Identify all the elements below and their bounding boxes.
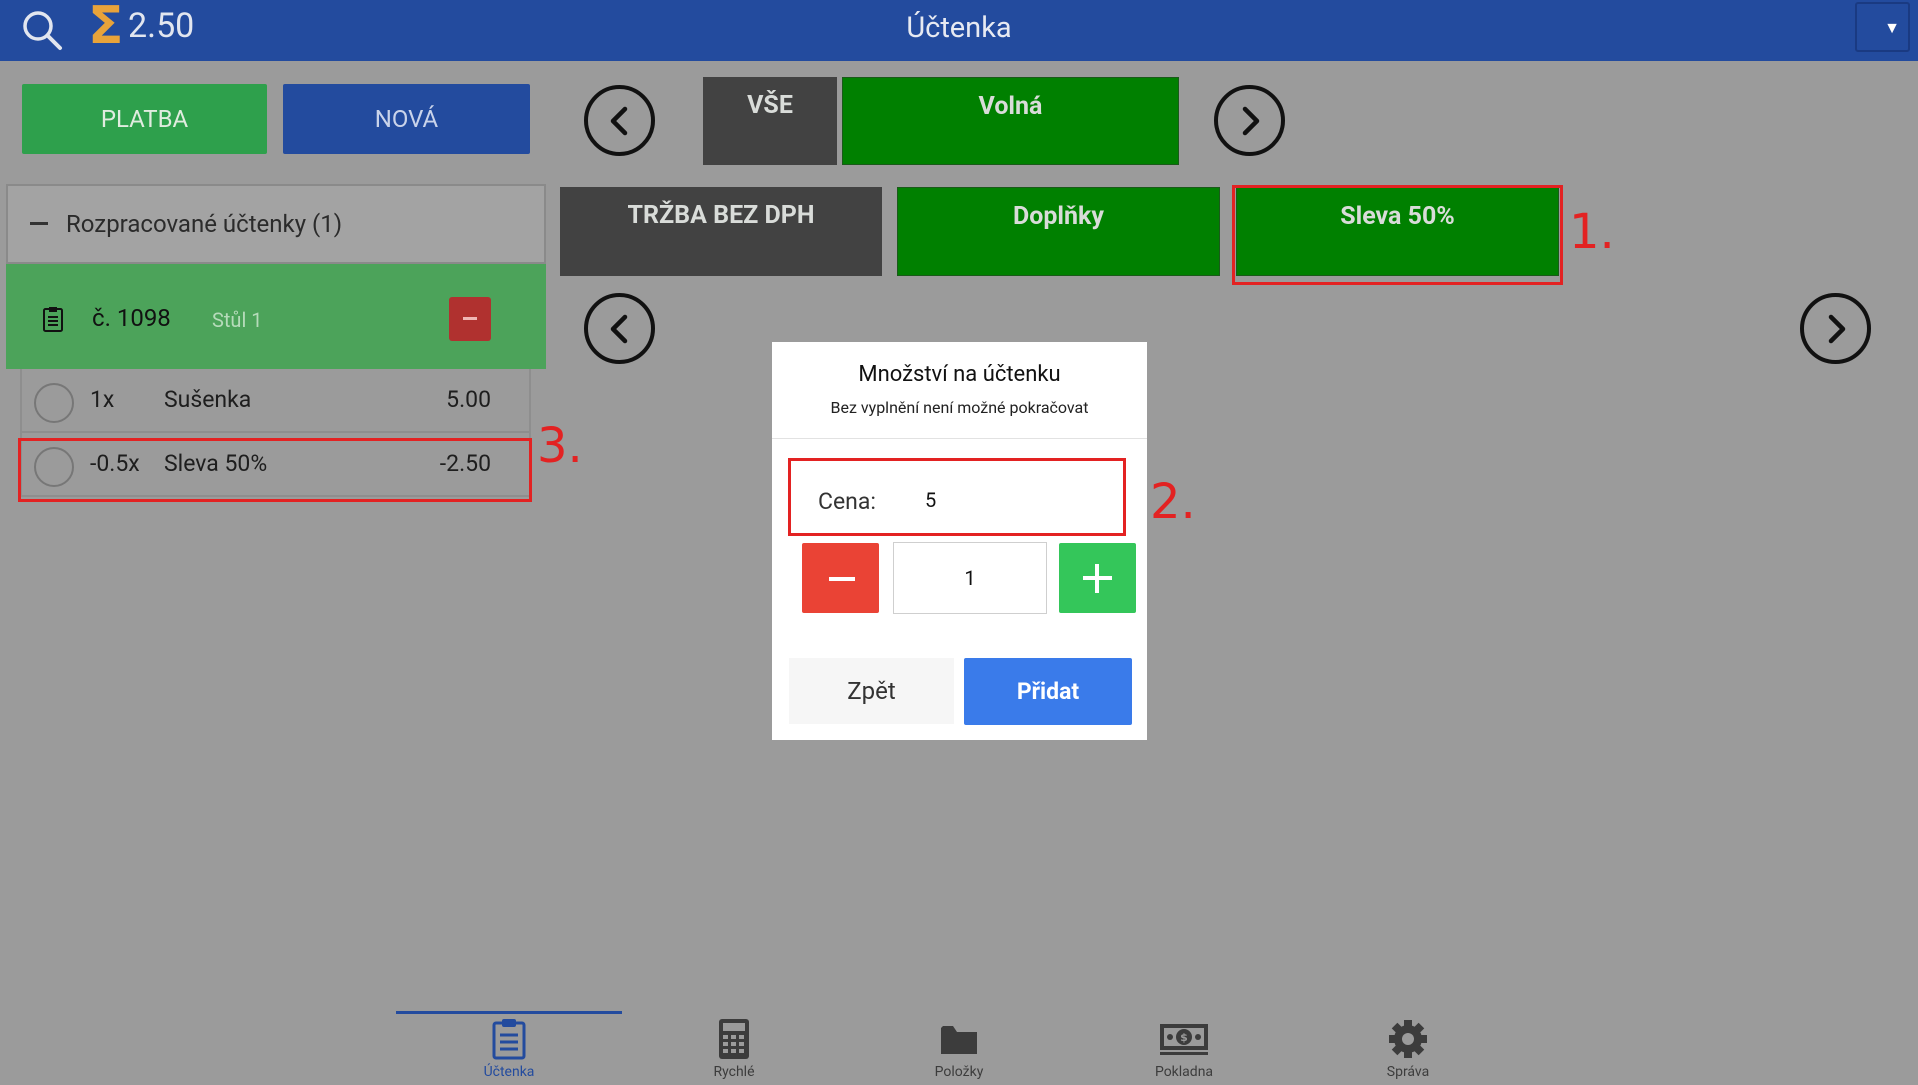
receipt-row[interactable]: č. 1098 Stůl 1 xyxy=(6,264,546,369)
folder-icon xyxy=(941,1026,977,1054)
item-name: Sušenka xyxy=(164,386,252,413)
category-vse[interactable]: VŠE xyxy=(703,77,837,165)
categories-prev-button[interactable] xyxy=(584,85,655,156)
annotation-label-2: 2. xyxy=(1150,474,1196,530)
annotation-label-3: 3. xyxy=(537,418,583,474)
products-next-button[interactable] xyxy=(1800,293,1871,364)
quantity-dialog: Množství na účtenku Bez vyplnění není mo… xyxy=(772,342,1147,740)
open-receipts-label: Rozpracované účtenky (1) xyxy=(66,210,343,238)
nav-label: Položky xyxy=(934,1064,984,1080)
calculator-icon xyxy=(719,1019,749,1059)
annotation-box-2 xyxy=(788,458,1126,536)
nova-button[interactable]: NOVÁ xyxy=(283,84,530,154)
category-volna[interactable]: Volná xyxy=(842,77,1179,165)
active-tab-indicator xyxy=(396,1011,622,1014)
clipboard-icon xyxy=(492,1019,526,1060)
nav-tab-rychle[interactable]: Rychlé xyxy=(644,1018,824,1083)
collapse-icon xyxy=(30,222,48,225)
increase-quantity-button[interactable] xyxy=(1059,543,1136,613)
page-title: Účtenka xyxy=(906,11,1012,45)
annotation-label-1: 1. xyxy=(1569,204,1615,260)
dialog-divider xyxy=(772,438,1147,439)
receipt-number: č. 1098 xyxy=(92,304,171,332)
chevron-down-icon: ▼ xyxy=(1884,18,1900,37)
item-select-radio[interactable] xyxy=(34,383,74,423)
svg-text:$: $ xyxy=(1180,1031,1188,1044)
delete-receipt-button[interactable] xyxy=(449,297,491,341)
nav-tab-uctenka[interactable]: Účtenka xyxy=(419,1018,599,1083)
chevron-left-icon xyxy=(610,106,627,135)
annotation-box-1 xyxy=(1232,185,1563,285)
nav-label: Rychlé xyxy=(713,1064,755,1080)
nav-label: Správa xyxy=(1386,1064,1430,1080)
receipt-item[interactable]: 1x Sušenka 5.00 xyxy=(20,369,531,433)
clipboard-icon xyxy=(43,307,63,332)
dialog-title: Množství na účtenku xyxy=(858,362,1061,387)
receipt-table: Stůl 1 xyxy=(212,308,263,332)
gear-icon xyxy=(1389,1020,1427,1058)
chevron-left-icon xyxy=(610,314,627,343)
nav-tab-pokladna[interactable]: $ Pokladna xyxy=(1094,1018,1274,1083)
add-button[interactable]: Přidat xyxy=(964,658,1132,725)
back-button[interactable]: Zpět xyxy=(789,658,954,724)
chevron-right-icon xyxy=(1828,314,1845,343)
nav-tab-sprava[interactable]: Správa xyxy=(1318,1018,1498,1083)
annotation-box-3 xyxy=(18,438,532,502)
quantity-input[interactable]: 1 xyxy=(893,542,1047,614)
chevron-right-icon xyxy=(1242,106,1259,135)
product-trzba-bez-dph[interactable]: TRŽBA BEZ DPH xyxy=(560,187,882,276)
top-bar: Σ 2.50 Účtenka ▼ xyxy=(0,0,1918,61)
categories-next-button[interactable] xyxy=(1214,85,1285,156)
nav-tab-polozky[interactable]: Položky xyxy=(869,1018,1049,1083)
header-dropdown[interactable]: ▼ xyxy=(1855,2,1910,52)
open-receipts-header[interactable]: Rozpracované účtenky (1) xyxy=(6,184,546,264)
product-doplnky[interactable]: Doplňky xyxy=(897,187,1220,276)
item-price: 5.00 xyxy=(446,386,491,413)
cash-icon: $ xyxy=(1160,1024,1208,1055)
nav-label: Pokladna xyxy=(1154,1064,1214,1080)
minus-icon xyxy=(463,317,477,320)
nav-label: Účtenka xyxy=(483,1064,535,1080)
dialog-subtitle: Bez vyplnění není možné pokračovat xyxy=(830,398,1089,417)
products-prev-button[interactable] xyxy=(584,293,655,364)
decrease-quantity-button[interactable] xyxy=(802,543,879,613)
minus-icon xyxy=(829,577,855,581)
platba-button[interactable]: PLATBA xyxy=(22,84,267,154)
item-qty: 1x xyxy=(90,386,115,413)
